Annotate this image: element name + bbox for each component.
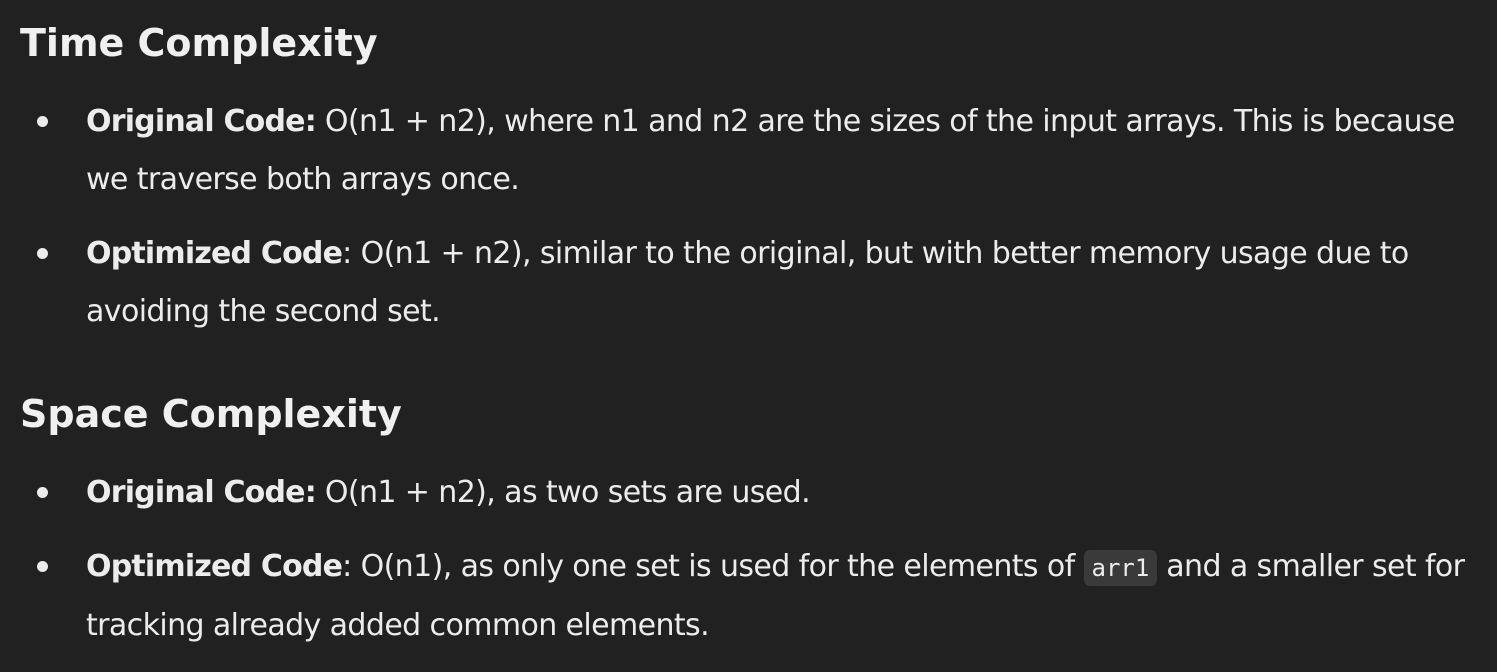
time-complexity-list: Original Code: O(n1 + n2), where n1 and … — [0, 93, 1497, 357]
bullet-icon — [37, 116, 48, 127]
list-item: Optimized Code: O(n1 + n2), similar to t… — [0, 225, 1497, 341]
list-item: Original Code: O(n1 + n2), where n1 and … — [0, 93, 1497, 209]
list-item: Original Code: O(n1 + n2), as two sets a… — [0, 464, 1497, 522]
time-complexity-heading: Time Complexity — [20, 21, 378, 65]
item-label: Original Code: — [86, 104, 317, 139]
item-text: O(n1 + n2), as two sets are used. — [315, 475, 811, 510]
bullet-icon — [37, 561, 48, 572]
item-text-before: : O(n1), as only one set is used for the… — [342, 549, 1084, 584]
space-complexity-heading: Space Complexity — [20, 392, 402, 436]
document: Time Complexity Original Code: O(n1 + n2… — [0, 0, 1497, 672]
space-complexity-list: Original Code: O(n1 + n2), as two sets a… — [0, 464, 1497, 671]
inline-code: arr1 — [1083, 550, 1158, 586]
bullet-icon — [37, 487, 48, 498]
item-label: Optimized Code — [86, 236, 343, 271]
item-label: Optimized Code — [86, 549, 343, 584]
bullet-icon — [37, 248, 48, 259]
item-label: Original Code: — [86, 475, 317, 510]
list-item: Optimized Code: O(n1), as only one set i… — [0, 538, 1497, 655]
